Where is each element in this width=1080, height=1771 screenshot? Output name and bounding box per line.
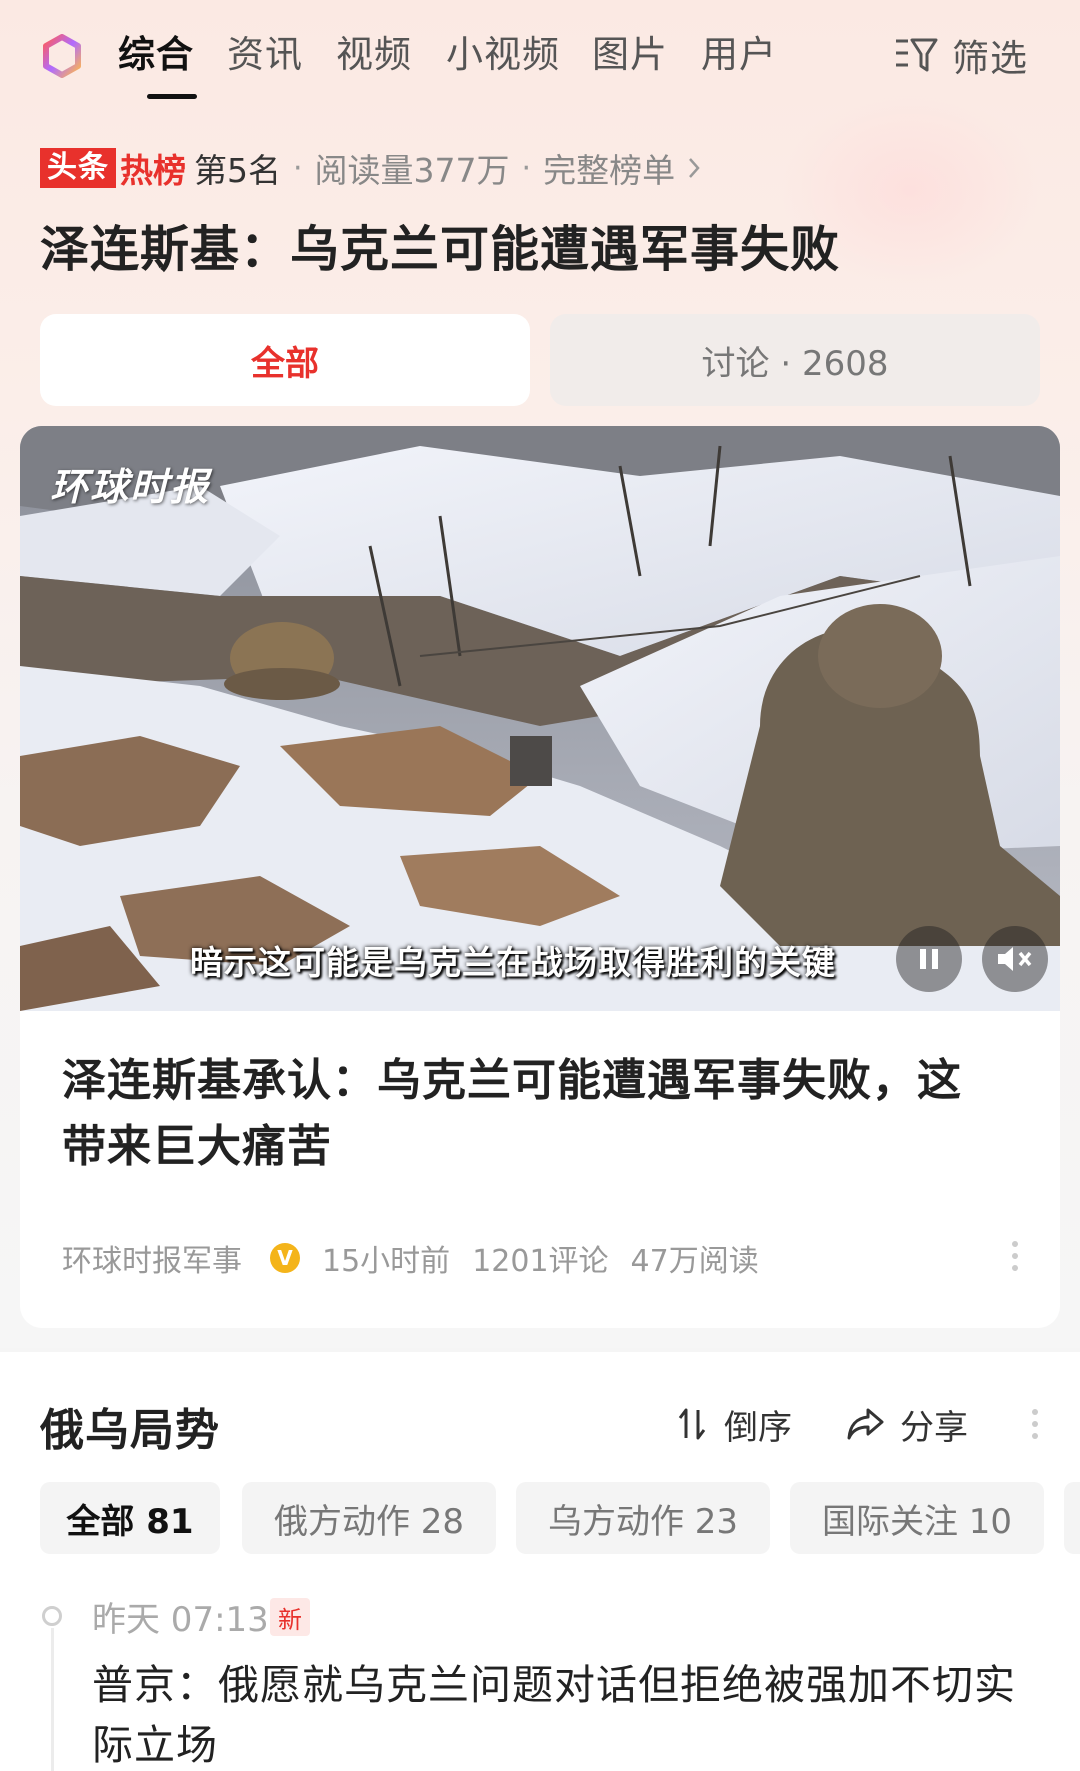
video-player[interactable]: 环球时报 暗示这可能是乌克兰在战场取得胜利的关键 bbox=[20, 426, 1060, 1011]
tab-news[interactable]: 资讯 bbox=[227, 30, 303, 80]
top-tab-bar: 综合 资讯 视频 小视频 图片 用户 筛选 bbox=[0, 0, 1080, 110]
separator-dot: · bbox=[293, 150, 303, 186]
search-results-page: 综合 资讯 视频 小视频 图片 用户 筛选 头条 热榜 第5名 · 阅读量377… bbox=[0, 0, 1080, 1771]
tab-short-video[interactable]: 小视频 bbox=[446, 30, 560, 80]
filter-button[interactable]: 筛选 bbox=[894, 30, 1028, 80]
share-icon bbox=[847, 1408, 884, 1440]
section-divider bbox=[0, 1348, 1080, 1352]
page-title: 泽连斯基：乌克兰可能遭遇军事失败 bbox=[40, 221, 841, 278]
video-watermark: 环球时报 bbox=[50, 465, 211, 509]
video-frame bbox=[20, 426, 1060, 1011]
timeline-item-text[interactable]: 普京：俄愿就乌克兰问题对话但拒绝被强加不切实际立场 bbox=[92, 1655, 1042, 1771]
sort-icon bbox=[678, 1408, 706, 1440]
share-label: 分享 bbox=[900, 1407, 968, 1448]
active-tab-indicator bbox=[147, 94, 197, 99]
article-comments: 1201评论 bbox=[472, 1244, 609, 1279]
chevron-right-icon bbox=[689, 158, 700, 178]
article-source[interactable]: 环球时报军事 bbox=[62, 1236, 242, 1280]
timeline-time: 昨天 07:13 bbox=[92, 1600, 269, 1640]
chip-international-attention[interactable]: 国际关注 10 bbox=[790, 1482, 1044, 1554]
section-title: 俄乌局势 bbox=[40, 1405, 220, 1456]
hot-list-badge: 热榜 bbox=[120, 151, 186, 190]
verified-badge-icon: V bbox=[270, 1243, 300, 1273]
video-subtitle: 暗示这可能是乌克兰在战场取得胜利的关键 bbox=[190, 943, 836, 982]
pause-icon bbox=[920, 949, 938, 969]
mute-button[interactable] bbox=[982, 926, 1048, 992]
article-title[interactable]: 泽连斯基承认：乌克兰可能遭遇军事失败，这带来巨大痛苦 bbox=[62, 1048, 1002, 1180]
hot-rank-line[interactable]: 头条 热榜 第5名 · 阅读量377万 · 完整榜单 bbox=[40, 143, 701, 193]
tab-users[interactable]: 用户 bbox=[701, 30, 777, 80]
share-button[interactable]: 分享 bbox=[846, 1400, 968, 1448]
article-reads: 47万阅读 bbox=[630, 1244, 759, 1279]
tab-comprehensive[interactable]: 综合 bbox=[118, 30, 194, 80]
sort-order-label: 倒序 bbox=[724, 1407, 792, 1448]
chip-russia-actions[interactable]: 俄方动作 28 bbox=[242, 1482, 496, 1554]
topic-filter-chips: 全部 81 俄方动作 28 乌方动作 23 国际关注 10 bbox=[40, 1482, 1080, 1554]
timeline-line bbox=[51, 1628, 54, 1771]
article-meta: 环球时报军事 V 15小时前 1201评论 47万阅读 bbox=[62, 1236, 781, 1280]
rank-position: 第5名 bbox=[194, 151, 281, 190]
full-list-link[interactable]: 完整榜单 bbox=[543, 144, 675, 192]
more-vertical-icon[interactable] bbox=[1030, 1404, 1040, 1444]
segment-all[interactable]: 全部 bbox=[40, 314, 530, 406]
filter-icon bbox=[896, 38, 938, 72]
article-time: 15小时前 bbox=[322, 1244, 451, 1279]
pause-button[interactable] bbox=[896, 926, 962, 992]
tab-video[interactable]: 视频 bbox=[336, 30, 412, 80]
toutiao-badge: 头条 bbox=[40, 148, 116, 188]
new-badge: 新 bbox=[270, 1598, 310, 1636]
timeline-dot bbox=[42, 1606, 62, 1626]
sort-order-button[interactable]: 倒序 bbox=[676, 1400, 792, 1448]
separator-dot: · bbox=[521, 150, 532, 186]
segment-discussion[interactable]: 讨论 · 2608 bbox=[550, 314, 1040, 406]
app-logo-icon[interactable] bbox=[42, 34, 82, 78]
rank-reads: 阅读量377万 bbox=[314, 151, 510, 190]
chip-overflow[interactable] bbox=[1064, 1482, 1080, 1554]
speaker-muted-icon bbox=[998, 947, 1032, 971]
filter-label: 筛选 bbox=[952, 37, 1028, 80]
chip-all[interactable]: 全部 81 bbox=[40, 1482, 220, 1554]
more-vertical-icon[interactable] bbox=[1010, 1236, 1020, 1276]
tab-images[interactable]: 图片 bbox=[592, 30, 668, 80]
article-card[interactable]: 环球时报 暗示这可能是乌克兰在战场取得胜利的关键 泽连斯基承认：乌克兰可能遭遇军… bbox=[20, 426, 1060, 1328]
chip-ukraine-actions[interactable]: 乌方动作 23 bbox=[516, 1482, 770, 1554]
